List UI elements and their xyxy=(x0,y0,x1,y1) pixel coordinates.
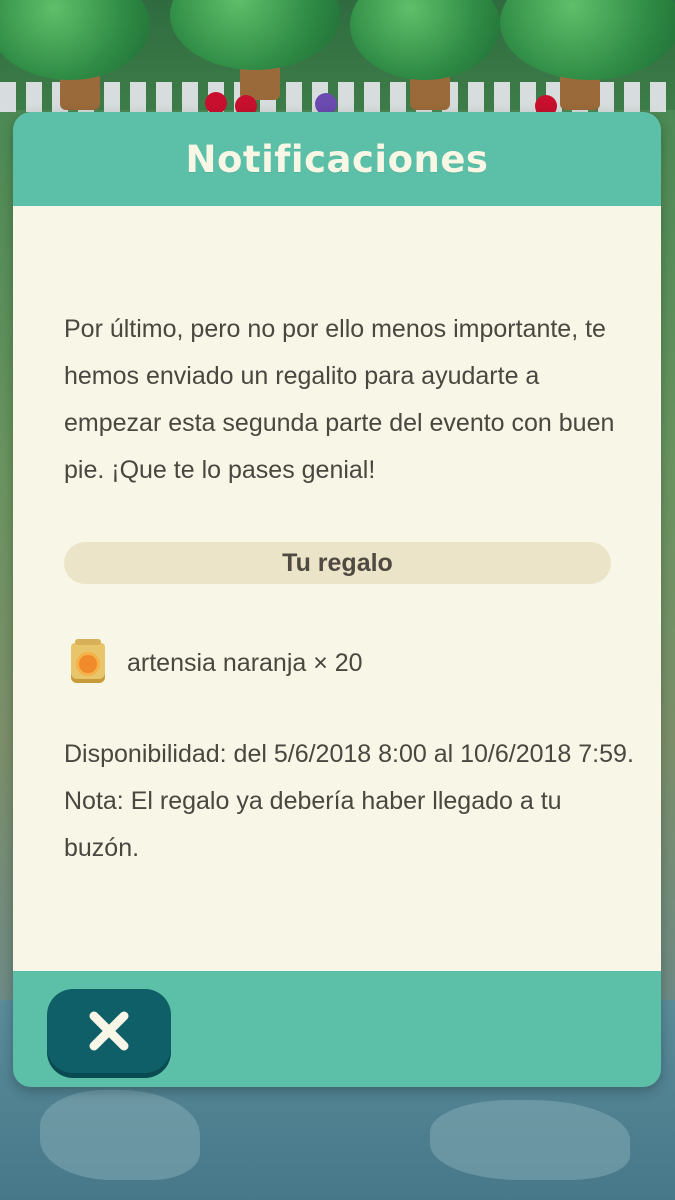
availability-info: Disponibilidad: del 5/6/2018 8:00 al 10/… xyxy=(64,731,634,872)
gift-banner-label: Tu regalo xyxy=(282,548,393,577)
close-button[interactable] xyxy=(47,989,171,1073)
seed-bag-icon xyxy=(71,639,105,683)
availability-text: Disponibilidad: del 5/6/2018 8:00 al 10/… xyxy=(64,740,634,768)
gift-banner: Tu regalo xyxy=(64,542,611,584)
dialog-header: Notificaciones xyxy=(13,112,661,206)
dialog-body[interactable]: Por último, pero no por ello menos impor… xyxy=(13,206,661,971)
flower xyxy=(205,92,227,114)
note-text: Nota: El regalo ya debería haber llegado… xyxy=(64,787,562,862)
gift-item: artensia naranja × 20 xyxy=(71,638,611,688)
background-rock xyxy=(40,1090,200,1180)
notification-dialog: Notificaciones Por último, pero no por e… xyxy=(13,112,661,1087)
background-rock xyxy=(430,1100,630,1180)
dialog-footer xyxy=(13,971,661,1087)
dialog-title: Notificaciones xyxy=(185,137,489,181)
close-icon xyxy=(89,1011,129,1051)
gift-item-label: artensia naranja × 20 xyxy=(127,648,363,677)
notification-message: Por último, pero no por ello menos impor… xyxy=(64,315,615,484)
